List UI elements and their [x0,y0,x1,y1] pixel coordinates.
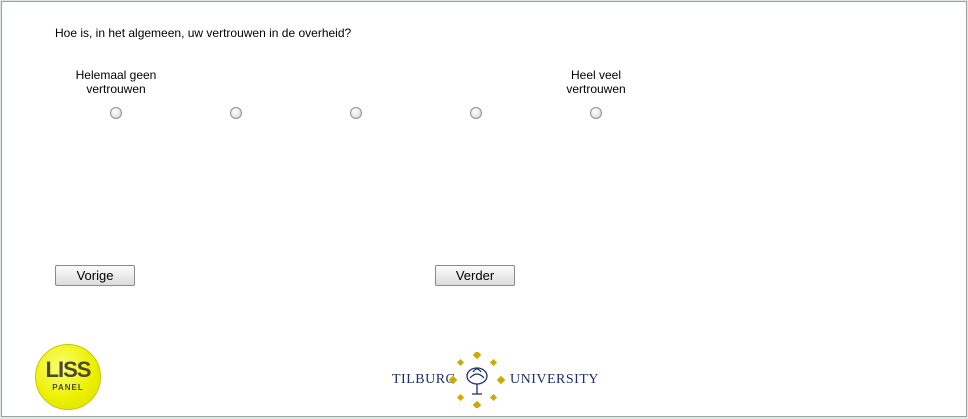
survey-panel: Hoe is, in het algemeen, uw vertrouwen i… [1,1,967,417]
scale-left-anchor: Helemaal geen vertrouwen [56,68,176,96]
liss-panel-logo: LISS PANEL [35,344,101,410]
scale-right-anchor: Heel veel vertrouwen [536,68,656,96]
tilburg-seal-icon [448,352,506,408]
scale-radio-3[interactable] [350,107,362,119]
tilburg-university-logo: TILBURG UNIVERSITY [392,352,599,408]
scale-radio-1[interactable] [110,107,122,119]
scale-right-anchor-line-2: vertrouwen [566,82,626,96]
liss-logo-subtext: PANEL [52,383,84,392]
tilburg-logo-word-left: TILBURG [392,372,457,387]
scale-radio-4[interactable] [470,107,482,119]
scale-radio-2[interactable] [230,107,242,119]
scale-right-anchor-line-1: Heel veel [570,68,622,82]
question-text: Hoe is, in het algemeen, uw vertrouwen i… [55,26,352,40]
previous-button[interactable]: Vorige [55,265,135,286]
next-button[interactable]: Verder [435,265,515,286]
scale-left-anchor-line-1: Helemaal geen [75,68,157,82]
tilburg-logo-word-right: UNIVERSITY [510,372,599,387]
scale-left-anchor-line-2: vertrouwen [86,82,146,96]
scale-radio-5[interactable] [590,107,602,119]
liss-logo-text: LISS [45,357,92,382]
